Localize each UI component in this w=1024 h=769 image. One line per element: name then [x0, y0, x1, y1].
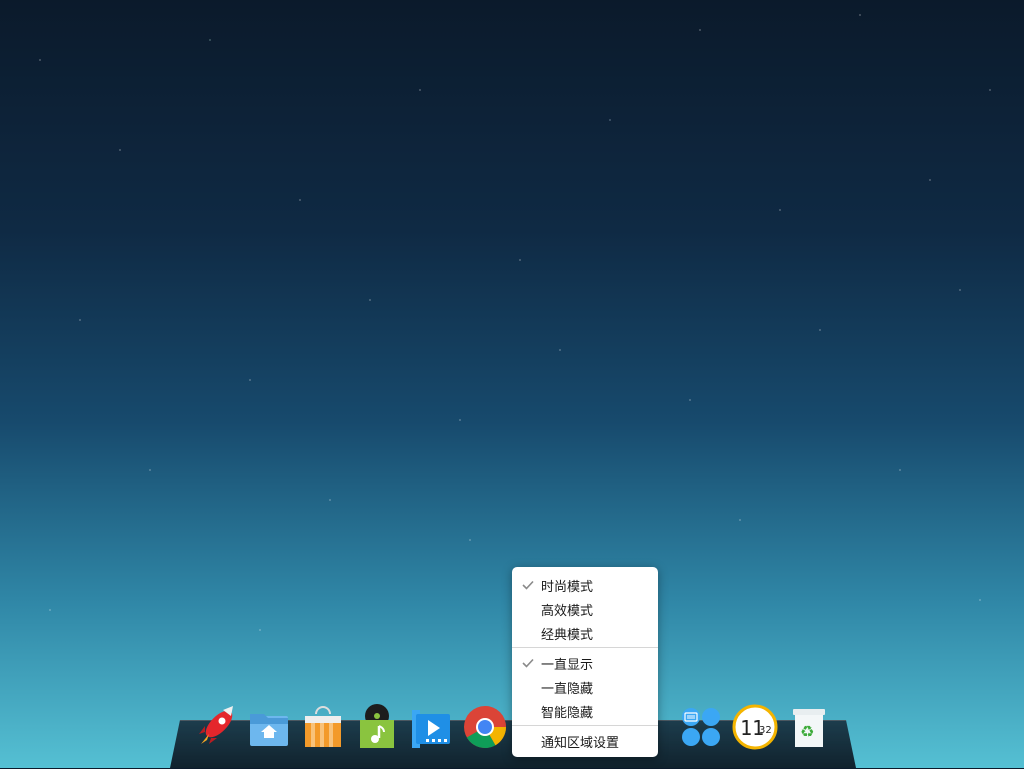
music-note-icon — [360, 704, 394, 748]
dock-launcher[interactable] — [193, 704, 239, 750]
menu-item-fashion-mode[interactable]: 时尚模式 — [512, 573, 658, 597]
checkmark-icon — [516, 573, 540, 597]
menu-item-label: 一直显示 — [541, 657, 594, 673]
menu-item-label: 高效模式 — [541, 603, 594, 619]
video-play-icon — [412, 710, 450, 748]
menu-item-classic-mode[interactable]: 经典模式 — [512, 621, 658, 645]
rocket-icon — [199, 706, 233, 744]
clock-minute-text: 32 — [759, 725, 772, 736]
trash-icon: ♻ — [793, 709, 825, 747]
menu-item-label: 经典模式 — [541, 627, 594, 643]
menu-item-efficient-mode[interactable]: 高效模式 — [512, 597, 658, 621]
dock-context-menu: 时尚模式 高效模式 经典模式 一直显示 一直隐藏 智能隐藏 通知区域设置 — [512, 567, 658, 757]
menu-item-smart-hide[interactable]: 智能隐藏 — [512, 699, 658, 723]
dock-music[interactable] — [354, 704, 400, 750]
menu-separator — [512, 647, 658, 648]
checkmark-icon — [516, 651, 540, 675]
dock-file-manager[interactable] — [246, 704, 292, 750]
menu-separator — [512, 725, 658, 726]
dock-chrome[interactable] — [462, 704, 508, 750]
svg-text:♻: ♻ — [800, 722, 814, 741]
menu-item-label: 智能隐藏 — [541, 705, 594, 721]
keyboard-grid-icon — [682, 708, 720, 746]
dock-trash[interactable]: ♻ — [786, 704, 832, 750]
shopping-bag-icon — [305, 706, 341, 747]
home-folder-icon — [250, 714, 288, 746]
dock-clock[interactable]: 11 32 — [732, 704, 778, 750]
menu-item-label: 通知区域设置 — [541, 735, 620, 751]
menu-item-notification-area-settings[interactable]: 通知区域设置 — [512, 729, 658, 753]
clock-icon: 11 32 — [732, 704, 778, 750]
menu-item-label: 一直隐藏 — [541, 681, 594, 697]
chrome-icon — [464, 706, 506, 749]
menu-item-always-show[interactable]: 一直显示 — [512, 651, 658, 675]
menu-item-label: 时尚模式 — [541, 579, 594, 595]
menu-item-always-hide[interactable]: 一直隐藏 — [512, 675, 658, 699]
dock-video-player[interactable] — [408, 704, 454, 750]
dock-settings[interactable] — [678, 704, 724, 750]
dock-app-store[interactable] — [300, 704, 346, 750]
